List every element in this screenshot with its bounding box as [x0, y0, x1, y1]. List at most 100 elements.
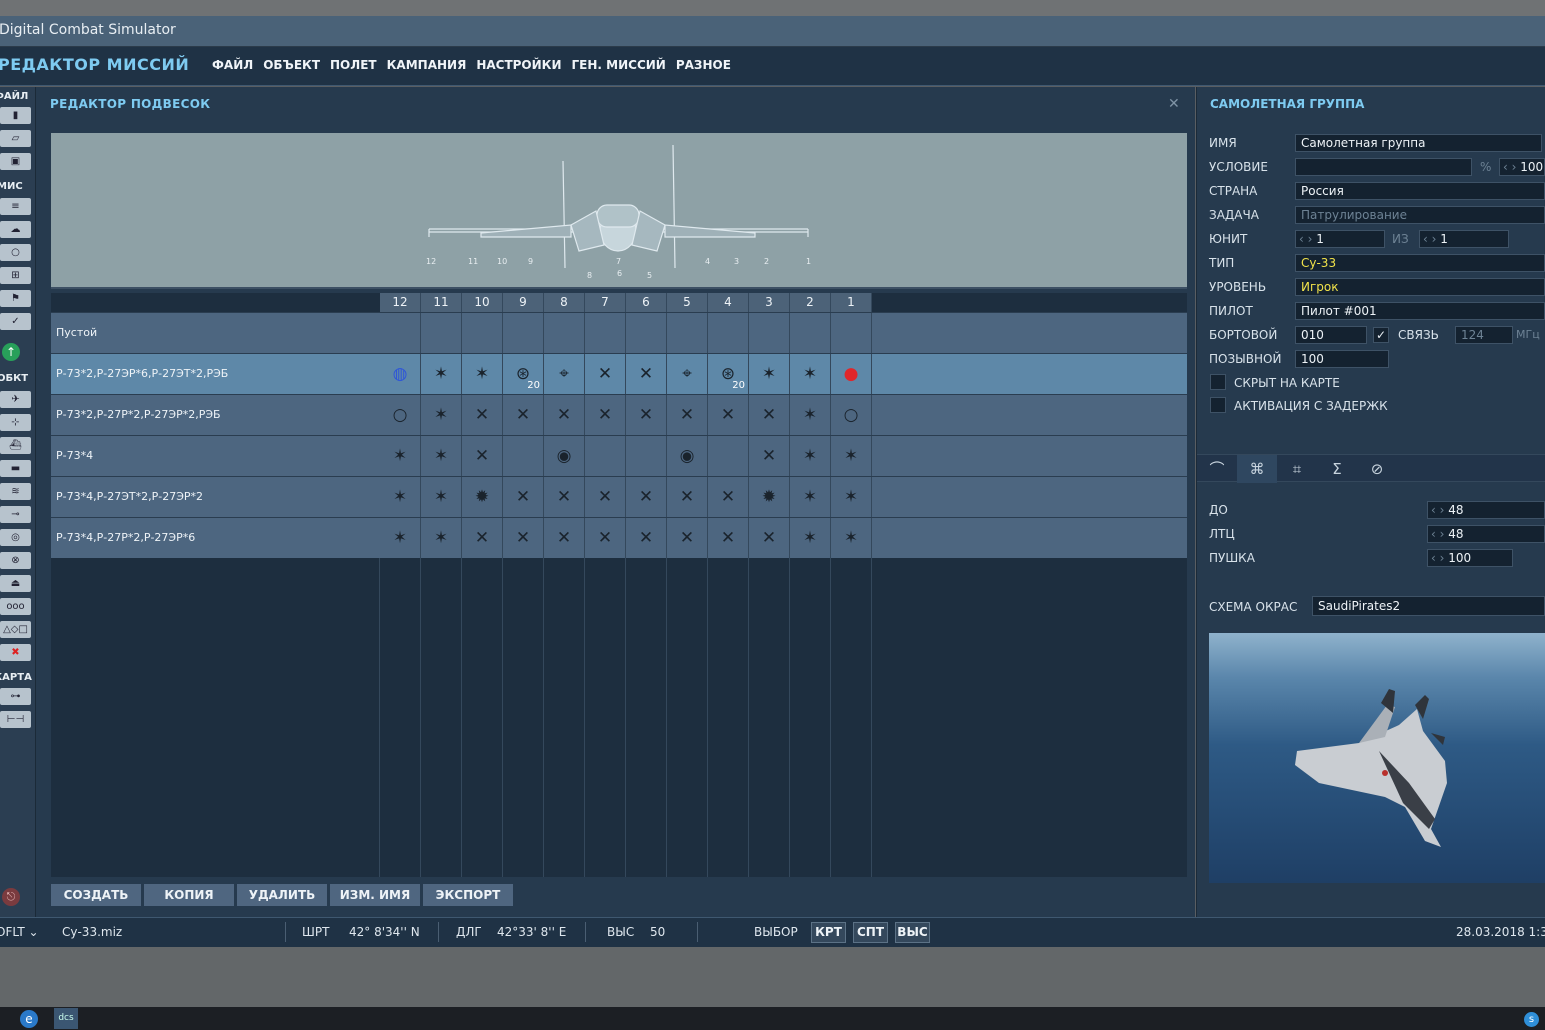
- station-cell[interactable]: ✕: [749, 518, 790, 558]
- station-cell[interactable]: ✶: [790, 518, 831, 558]
- no-fly-icon[interactable]: ⊗: [0, 552, 31, 569]
- station-cell[interactable]: ◍: [380, 354, 421, 394]
- station-cell[interactable]: ✕: [749, 395, 790, 435]
- station-cell[interactable]: [421, 313, 462, 353]
- loadout-row[interactable]: Р-73*4 ✶ ✶ ✕ ◉ ◉ ✕ ✶ ✶: [51, 435, 1187, 476]
- station-cell[interactable]: ●: [831, 354, 872, 394]
- stepper-arrows-icon[interactable]: ‹ ›: [1431, 527, 1448, 541]
- station-cell[interactable]: [626, 436, 667, 476]
- task-select[interactable]: Патрулирование: [1295, 206, 1545, 224]
- satellite-mode-button[interactable]: СПТ: [853, 922, 888, 943]
- station-cell[interactable]: ✕: [585, 395, 626, 435]
- failures-icon[interactable]: ⊘: [1357, 455, 1397, 483]
- station-cell[interactable]: ✶: [749, 354, 790, 394]
- station-cell[interactable]: ✶: [421, 518, 462, 558]
- station-cell[interactable]: [503, 313, 544, 353]
- name-field[interactable]: Самолетная группа: [1295, 134, 1542, 152]
- pilot-field[interactable]: Пилот #001: [1295, 302, 1545, 320]
- route-icon[interactable]: ⌒: [1197, 455, 1237, 483]
- rename-button[interactable]: ИЗМ. ИМЯ: [330, 884, 420, 906]
- exit-icon[interactable]: ⎋: [2, 888, 20, 906]
- menu-flight[interactable]: ПОЛЕТ: [330, 58, 377, 72]
- check-icon[interactable]: ✓: [0, 313, 31, 330]
- station-cell[interactable]: ✶: [421, 354, 462, 394]
- station-cell[interactable]: ⌖: [667, 354, 708, 394]
- menu-settings[interactable]: НАСТРОЙКИ: [476, 58, 561, 72]
- menu-campaign[interactable]: КАМПАНИЯ: [387, 58, 467, 72]
- tray-app-icon[interactable]: s: [1524, 1012, 1539, 1027]
- radio-checkbox[interactable]: ✓: [1373, 327, 1389, 343]
- station-cell[interactable]: ✹: [462, 477, 503, 517]
- station-cell[interactable]: ✶: [790, 354, 831, 394]
- menu-file[interactable]: ФАЙЛ: [212, 58, 253, 72]
- station-cell[interactable]: ✶: [790, 477, 831, 517]
- station-cell[interactable]: [585, 313, 626, 353]
- stepper-arrows-icon[interactable]: ‹ ›: [1431, 551, 1448, 565]
- station-cell[interactable]: ✕: [749, 436, 790, 476]
- station-cell[interactable]: [380, 313, 421, 353]
- fly-mission-icon[interactable]: ↑: [2, 343, 20, 361]
- station-cell[interactable]: ✶: [380, 477, 421, 517]
- shapes-icon[interactable]: △◇□: [0, 621, 31, 638]
- menu-mission-generator[interactable]: ГЕН. МИССИЙ: [572, 58, 666, 72]
- station-cell[interactable]: ✕: [585, 477, 626, 517]
- station-cell[interactable]: ✕: [626, 395, 667, 435]
- type-select[interactable]: Су-33: [1295, 254, 1545, 272]
- station-cell[interactable]: ✕: [503, 395, 544, 435]
- station-cell[interactable]: ✕: [708, 477, 749, 517]
- station-cell[interactable]: ✕: [544, 518, 585, 558]
- grid-tool-icon[interactable]: ⊞: [0, 267, 31, 284]
- browser-taskbar-icon[interactable]: e: [20, 1010, 38, 1028]
- export-button[interactable]: ЭКСПОРТ: [423, 884, 513, 906]
- summary-icon[interactable]: Σ: [1317, 455, 1357, 483]
- station-cell[interactable]: ✶: [462, 354, 503, 394]
- station-cell[interactable]: [831, 313, 872, 353]
- unit-stepper[interactable]: ‹ › 1: [1295, 230, 1385, 248]
- station-cell[interactable]: ✕: [626, 354, 667, 394]
- skill-select[interactable]: Игрок: [1295, 278, 1545, 296]
- mission-briefing-icon[interactable]: ≡: [0, 198, 31, 215]
- dcs-taskbar-icon[interactable]: dcs: [54, 1008, 78, 1029]
- country-select[interactable]: Россия: [1295, 182, 1545, 200]
- station-cell[interactable]: ✕: [462, 436, 503, 476]
- ruler-icon[interactable]: ⊢⊣: [0, 711, 31, 728]
- station-cell[interactable]: [790, 313, 831, 353]
- station-cell[interactable]: ✕: [708, 518, 749, 558]
- open-folder-icon[interactable]: ▱: [0, 130, 31, 147]
- group-vehicle-icon[interactable]: ≋: [0, 483, 31, 500]
- station-cell[interactable]: ✶: [421, 436, 462, 476]
- stepper-arrows-icon[interactable]: ‹ ›: [1299, 232, 1316, 246]
- station-cell[interactable]: ✕: [544, 477, 585, 517]
- station-cell[interactable]: ✕: [503, 518, 544, 558]
- multi-unit-icon[interactable]: ooo: [0, 598, 31, 615]
- station-cell[interactable]: ✶: [831, 436, 872, 476]
- station-cell[interactable]: ✶: [831, 518, 872, 558]
- station-cell[interactable]: ⌖: [544, 354, 585, 394]
- stepper-arrows-icon[interactable]: ‹ ›: [1423, 232, 1440, 246]
- station-cell[interactable]: ✕: [585, 518, 626, 558]
- station-cell[interactable]: [544, 313, 585, 353]
- hidden-on-map-checkbox[interactable]: [1210, 374, 1226, 390]
- create-button[interactable]: СОЗДАТЬ: [51, 884, 141, 906]
- station-cell[interactable]: ✕: [626, 477, 667, 517]
- map-mode-button[interactable]: КРТ: [811, 922, 846, 943]
- close-icon[interactable]: ✕: [1168, 96, 1180, 112]
- farp-icon[interactable]: ⏏: [0, 575, 31, 592]
- aircraft-icon[interactable]: ✈: [0, 391, 31, 408]
- station-cell[interactable]: ✕: [503, 477, 544, 517]
- zone-target-icon[interactable]: ◎: [0, 529, 31, 546]
- late-activation-checkbox[interactable]: [1210, 397, 1226, 413]
- station-cell[interactable]: ✶: [831, 477, 872, 517]
- station-cell[interactable]: [585, 436, 626, 476]
- loadout-row[interactable]: Пустой: [51, 312, 1187, 353]
- station-cell[interactable]: [503, 436, 544, 476]
- station-cell[interactable]: ✕: [708, 395, 749, 435]
- delete-button[interactable]: УДАЛИТЬ: [237, 884, 327, 906]
- station-cell[interactable]: [708, 436, 749, 476]
- ship-icon[interactable]: ⛴: [0, 437, 31, 454]
- unit-count-stepper[interactable]: ‹ › 1: [1419, 230, 1509, 248]
- helicopter-icon[interactable]: ⊹: [0, 414, 31, 431]
- condition-field[interactable]: [1295, 158, 1472, 176]
- map-key-icon[interactable]: ⊶: [0, 688, 31, 705]
- station-cell[interactable]: ✕: [462, 518, 503, 558]
